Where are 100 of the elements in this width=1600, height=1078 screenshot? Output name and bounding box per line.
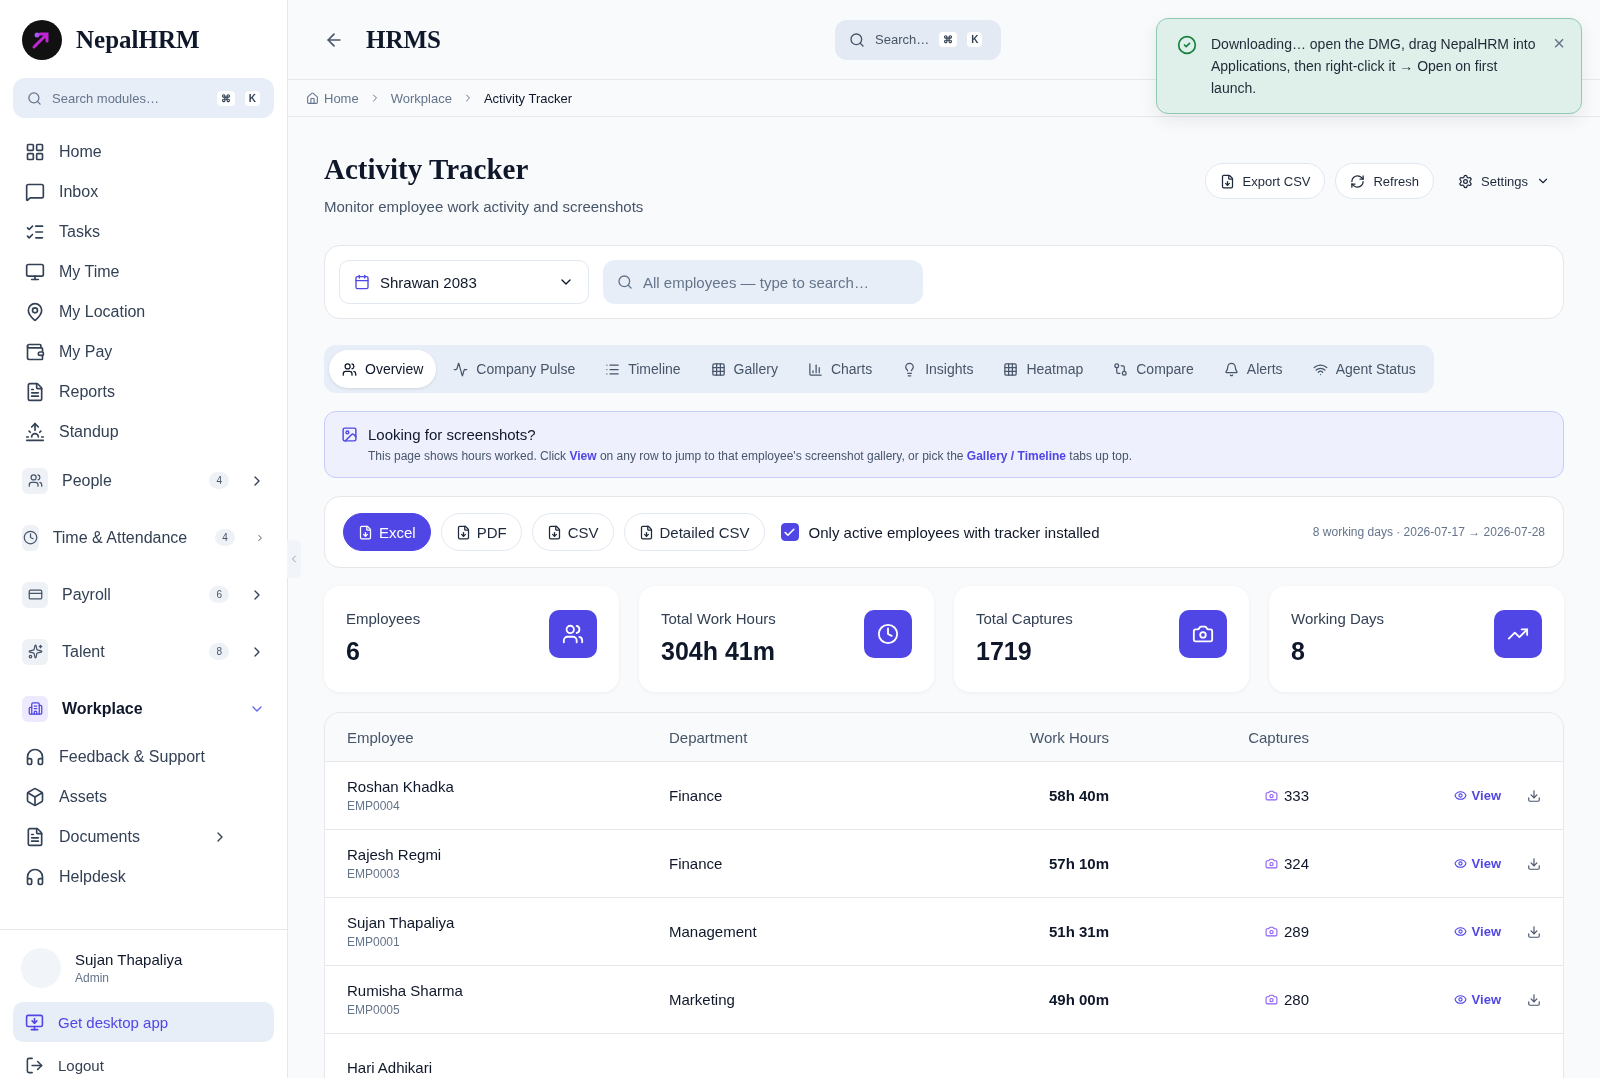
nav-item[interactable]: My Location [0, 292, 287, 332]
refresh-icon [1350, 173, 1366, 189]
tab[interactable]: Insights [889, 350, 987, 388]
count-badge: 4 [215, 529, 235, 546]
view-link[interactable]: View [1453, 856, 1501, 871]
download-icon [1527, 924, 1541, 939]
search-field[interactable]: Search modules… ⌘ K [13, 78, 274, 118]
sparkles-icon [22, 638, 48, 665]
close-button[interactable]: × [1553, 33, 1565, 53]
nav-item[interactable]: Inbox [0, 172, 287, 212]
download-button[interactable] [1527, 788, 1541, 803]
breadcrumb-link[interactable]: Activity Tracker [483, 90, 572, 106]
view-link[interactable]: View [1453, 924, 1501, 939]
count-badge: 6 [209, 586, 229, 603]
card-icon [22, 581, 48, 608]
nav-group[interactable]: Payroll 6 [0, 566, 287, 623]
people-icon [22, 467, 48, 494]
sunrise-icon [25, 422, 45, 442]
nav-item[interactable]: Documents [0, 817, 287, 857]
checkbox[interactable] [780, 523, 799, 541]
download-icon [1527, 992, 1541, 1007]
tab[interactable]: Gallery [697, 350, 791, 388]
period-select[interactable]: Shrawan 2083 [339, 260, 589, 304]
document-icon [25, 827, 45, 847]
stat-label: Total Work Hours [661, 610, 776, 627]
export-button[interactable]: Detailed CSV [623, 513, 765, 551]
stat-label: Employees [346, 610, 421, 627]
search-field[interactable]: Search… ⌘ K [835, 19, 1001, 60]
nav-item[interactable]: Standup [0, 412, 287, 452]
clock-icon [22, 524, 39, 551]
document-icon [25, 382, 45, 402]
nav-group[interactable]: Time & Attendance 4 [0, 509, 287, 566]
column-header: Captures [1247, 728, 1309, 746]
tab[interactable]: Heatmap [990, 350, 1097, 388]
nav-item[interactable]: Helpdesk [0, 857, 287, 897]
action-button[interactable]: Export CSV [1204, 163, 1326, 199]
eye-icon [1453, 993, 1467, 1006]
download-button[interactable] [1527, 992, 1541, 1007]
calendar-icon [354, 274, 370, 290]
table-cell: 289 [1283, 923, 1309, 940]
export-button[interactable]: Excel [343, 513, 431, 551]
tab[interactable]: Compare [1100, 350, 1207, 388]
nav-item[interactable]: Home [0, 132, 287, 172]
stat-value: 8 [1291, 637, 1306, 666]
logout-button[interactable]: Logout [13, 1052, 274, 1078]
desktop-app-button[interactable]: Get desktop app [13, 1002, 274, 1042]
camera-icon [1264, 789, 1278, 802]
employee-name: Roshan Khadka [347, 778, 455, 795]
nav-group[interactable]: People 4 [0, 452, 287, 509]
page-subtitle: Monitor employee work activity and screenshots [324, 198, 644, 215]
nav-item[interactable]: Tasks [0, 212, 287, 252]
download-button[interactable] [1527, 856, 1541, 871]
list-icon [605, 361, 621, 377]
date-range: 8 working days · 2026-07-17 → 2026-07-28 [1312, 525, 1545, 539]
nav-item[interactable]: Feedback & Support [0, 737, 287, 777]
nav-group[interactable]: Workplace [0, 680, 287, 737]
search-field[interactable]: All employees — type to search… [603, 260, 923, 304]
nav-item[interactable]: My Time [0, 252, 287, 292]
employee-id: EMP0005 [347, 1003, 401, 1017]
search-icon [849, 31, 865, 48]
grid-icon [1003, 361, 1019, 377]
breadcrumb-link[interactable]: Home [306, 90, 359, 106]
eye-icon [1453, 789, 1467, 802]
tab[interactable]: Charts [794, 350, 886, 388]
action-button[interactable]: Refresh [1335, 163, 1434, 199]
stat-label: Working Days [1291, 610, 1385, 627]
nav-item[interactable]: Reports [0, 372, 287, 412]
table-cell-text: 49h 00m [1047, 991, 1109, 1008]
tab[interactable]: Timeline [592, 350, 694, 388]
tab[interactable]: Agent Status [1299, 350, 1429, 388]
export-button[interactable]: CSV [531, 513, 614, 551]
grid-icon [710, 361, 726, 377]
banner-link[interactable]: Gallery / Timeline [966, 449, 1066, 463]
banner-link[interactable]: View [569, 449, 597, 463]
table-cell-text: 51h 31m [1047, 923, 1109, 940]
tab[interactable]: Company Pulse [440, 350, 589, 388]
check-icon [783, 525, 797, 539]
download-button[interactable] [1527, 924, 1541, 939]
nav-group[interactable]: Talent 8 [0, 623, 287, 680]
bell-icon [1223, 361, 1239, 377]
key-hint: ⌘ [216, 90, 235, 106]
count-badge: 8 [209, 643, 229, 660]
view-link[interactable]: View [1453, 788, 1501, 803]
employee-id: EMP0003 [347, 867, 401, 881]
export-button[interactable]: PDF [440, 513, 522, 551]
breadcrumb-link[interactable]: Workplace [390, 90, 452, 106]
download-icon [1527, 856, 1541, 871]
search-icon [617, 274, 633, 290]
user-name: Sujan Thapaliya [75, 951, 183, 968]
table-cell-text: Finance [669, 855, 724, 872]
building-icon [22, 695, 48, 722]
nav-item[interactable]: Assets [0, 777, 287, 817]
tab[interactable]: Overview [329, 350, 437, 388]
nav-item[interactable]: My Pay [0, 332, 287, 372]
action-button[interactable]: Settings [1444, 163, 1564, 199]
tab[interactable]: Alerts [1210, 350, 1296, 388]
home-icon [306, 91, 319, 105]
view-link[interactable]: View [1453, 992, 1501, 1007]
logo-icon [22, 20, 62, 60]
file-download-icon [1219, 173, 1235, 189]
